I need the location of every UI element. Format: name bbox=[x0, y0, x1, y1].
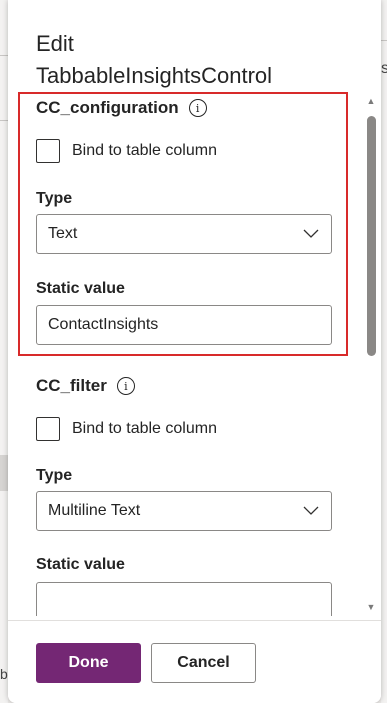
bind-to-column-label: Bind to table column bbox=[72, 420, 217, 437]
type-label: Type bbox=[36, 190, 73, 207]
section-title-text: CC_filter bbox=[36, 376, 107, 395]
section-title-cc-configuration: CC_configuration i bbox=[36, 98, 207, 118]
bind-to-column-checkbox[interactable] bbox=[36, 139, 60, 163]
background-band bbox=[0, 455, 8, 491]
static-value-input[interactable] bbox=[36, 305, 332, 345]
section-title-cc-filter: CC_filter i bbox=[36, 376, 135, 396]
type-dropdown[interactable]: Text bbox=[36, 214, 332, 254]
static-value-label: Static value bbox=[36, 280, 125, 297]
vertical-scrollbar[interactable]: ▲ ▼ bbox=[363, 92, 379, 616]
panel-title-line1: Edit bbox=[36, 31, 74, 56]
edit-control-panel: Edit TabbableInsightsControl CC_configur… bbox=[8, 0, 381, 703]
background-text: b bbox=[0, 666, 8, 682]
type-label: Type bbox=[36, 467, 73, 484]
cancel-button[interactable]: Cancel bbox=[151, 643, 256, 683]
done-button[interactable]: Done bbox=[36, 643, 141, 683]
scroll-up-arrow-icon[interactable]: ▲ bbox=[366, 96, 376, 106]
panel-title: Edit TabbableInsightsControl bbox=[36, 28, 356, 92]
background-divider bbox=[0, 120, 8, 121]
background-app-left bbox=[0, 0, 8, 703]
background-divider bbox=[0, 55, 8, 56]
chevron-down-icon bbox=[303, 229, 319, 238]
bind-to-column-label: Bind to table column bbox=[72, 142, 217, 159]
background-app-right bbox=[381, 0, 387, 703]
panel-title-line2: TabbableInsightsControl bbox=[36, 63, 273, 88]
bind-to-column-row[interactable]: Bind to table column bbox=[36, 417, 217, 441]
chevron-down-icon bbox=[303, 506, 319, 515]
type-dropdown-value: Text bbox=[48, 225, 78, 242]
type-dropdown-value: Multiline Text bbox=[48, 502, 141, 519]
section-title-text: CC_configuration bbox=[36, 98, 179, 117]
background-divider bbox=[381, 40, 387, 41]
scroll-down-arrow-icon[interactable]: ▼ bbox=[366, 602, 376, 612]
static-value-label: Static value bbox=[36, 556, 125, 573]
static-value-input[interactable] bbox=[36, 582, 332, 616]
type-dropdown[interactable]: Multiline Text bbox=[36, 491, 332, 531]
panel-footer: Done Cancel bbox=[8, 620, 381, 703]
bind-to-column-row[interactable]: Bind to table column bbox=[36, 139, 217, 163]
bind-to-column-checkbox[interactable] bbox=[36, 417, 60, 441]
background-text: s bbox=[381, 60, 387, 77]
properties-scroll-area[interactable]: CC_configuration i Bind to table column … bbox=[8, 92, 381, 616]
info-icon[interactable]: i bbox=[188, 99, 207, 117]
info-icon[interactable]: i bbox=[116, 377, 135, 395]
scrollbar-thumb[interactable] bbox=[367, 116, 376, 356]
